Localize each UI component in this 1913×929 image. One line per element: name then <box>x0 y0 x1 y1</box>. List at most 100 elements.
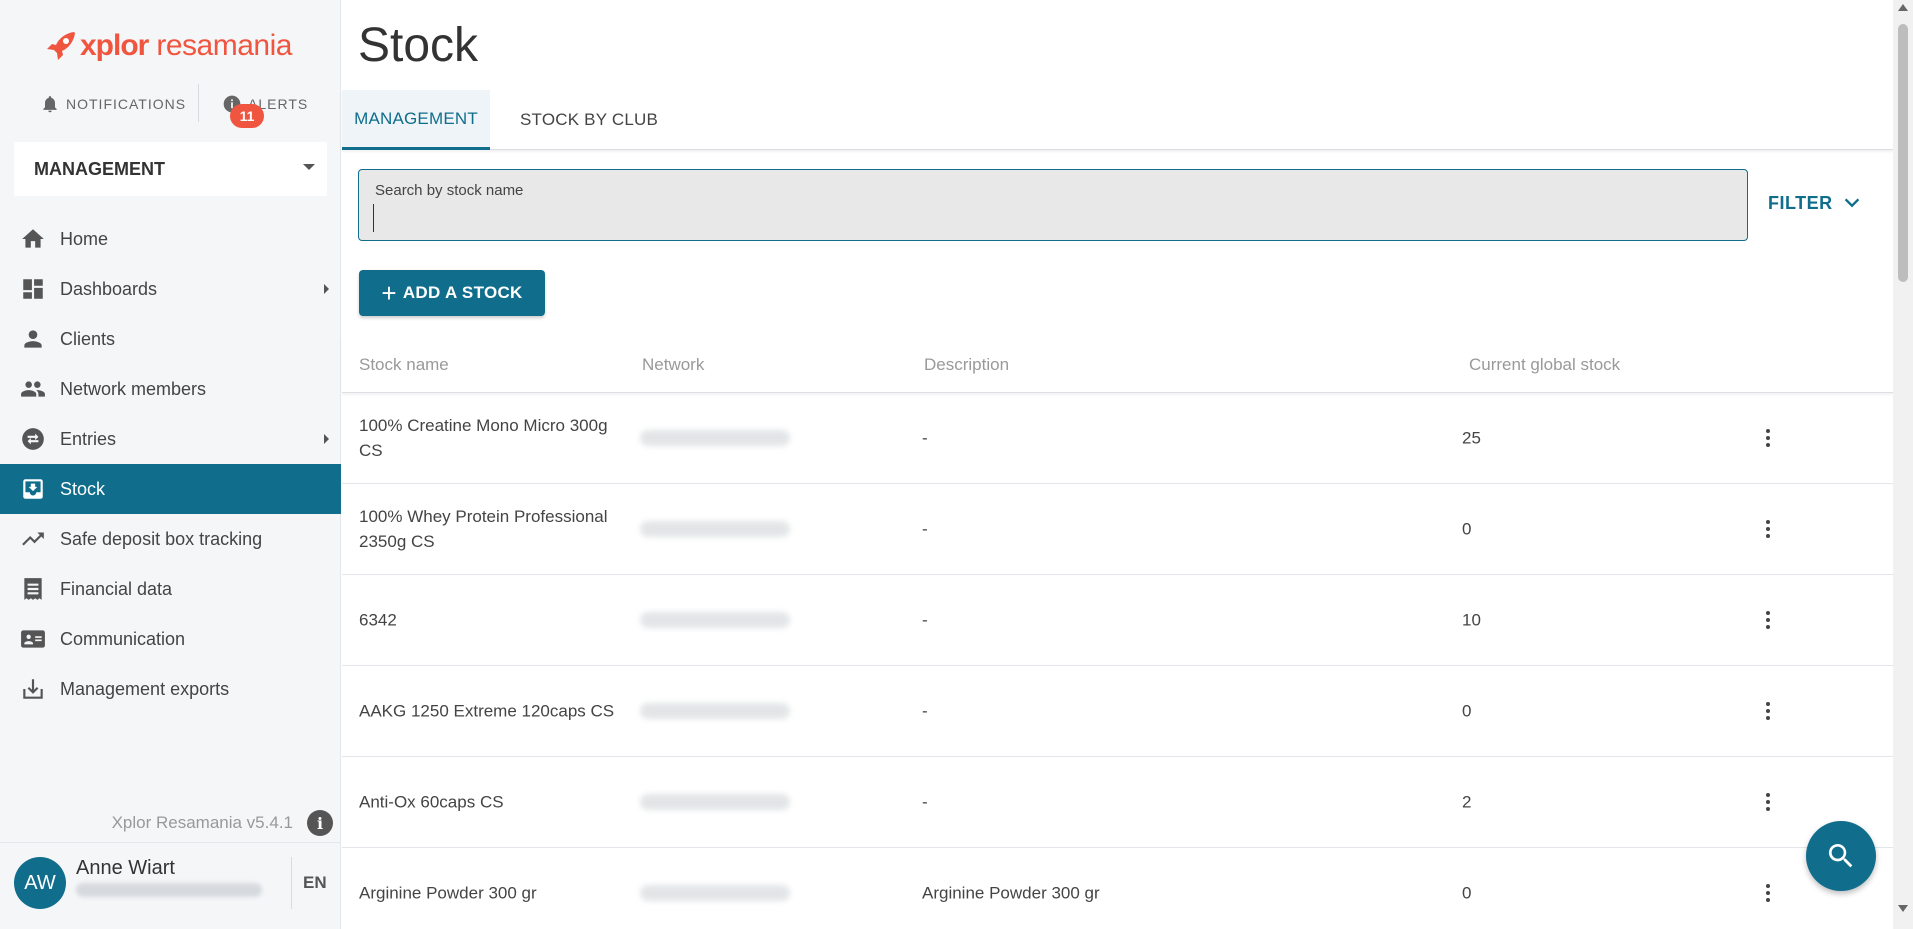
sidebar-item-label: Entries <box>60 428 117 449</box>
search-label: Search by stock name <box>375 182 524 199</box>
sidebar-top-buttons: NOTIFICATIONS ALERTS 11 <box>0 80 341 128</box>
user-name: Anne Wiart <box>76 857 175 879</box>
table-header: Stock name Network Description Current g… <box>342 337 1893 393</box>
home-icon <box>22 229 44 248</box>
dashboard-icon <box>23 279 43 299</box>
more-options-button[interactable] <box>1754 515 1782 543</box>
avatar[interactable]: AW <box>14 857 66 909</box>
sidebar-item-dashboards[interactable]: Dashboards <box>0 264 341 314</box>
scrollbar-thumb[interactable] <box>1898 24 1908 282</box>
divider <box>291 857 292 909</box>
sidebar-item-label: Home <box>60 228 109 249</box>
context-select-value: MANAGEMENT <box>34 158 165 179</box>
search-fab-button[interactable] <box>1806 821 1876 891</box>
sidebar-item-clients[interactable]: Clients <box>0 314 341 364</box>
bell-icon <box>43 96 57 113</box>
sidebar-item-label: Financial data <box>60 578 173 599</box>
stock-description: - <box>922 610 928 630</box>
stock-description: Arginine Powder 300 gr <box>922 883 1100 903</box>
tab-management[interactable]: MANAGEMENT <box>342 90 490 150</box>
stock-quantity: 0 <box>1462 519 1472 539</box>
notifications-button[interactable]: NOTIFICATIONS <box>40 86 186 122</box>
user-panel: AW Anne Wiart EN <box>0 842 341 929</box>
stock-name: Anti-Ox 60caps CS <box>359 792 504 812</box>
network-blurred <box>640 703 790 719</box>
sidebar-item-label: Stock <box>60 478 106 499</box>
stock-description: - <box>922 701 928 721</box>
brand-logo[interactable]: xplor resamania <box>44 26 292 66</box>
sidebar-item-label: Clients <box>60 328 116 349</box>
search-field[interactable]: Search by stock name <box>358 169 1748 241</box>
person-icon <box>24 330 42 348</box>
table-row[interactable]: 100% Creatine Mono Micro 300g CS - 25 <box>342 393 1893 484</box>
app-version: Xplor Resamania v5.4.1 i <box>0 808 341 838</box>
divider <box>198 84 199 122</box>
sidebar-item-management-exports[interactable]: Management exports <box>0 664 341 714</box>
more-vert-icon <box>1766 702 1770 720</box>
sidebar-item-label: Management exports <box>60 678 230 699</box>
language-switcher[interactable]: EN <box>303 873 327 893</box>
sidebar-item-stock[interactable]: Stock <box>0 464 341 514</box>
scroll-up-arrow-icon[interactable] <box>1898 4 1908 11</box>
tab-bar: MANAGEMENT STOCK BY CLUB <box>342 90 1893 150</box>
more-options-button[interactable] <box>1754 606 1782 634</box>
sidebar-item-communication[interactable]: Communication <box>0 614 341 664</box>
sidebar-item-label: Dashboards <box>60 278 158 299</box>
network-blurred <box>640 885 790 901</box>
sidebar-item-entries[interactable]: Entries <box>0 414 341 464</box>
page-scrollbar[interactable] <box>1893 0 1913 929</box>
context-select[interactable]: MANAGEMENT <box>14 142 327 196</box>
stock-description: - <box>922 428 928 448</box>
stock-quantity: 2 <box>1462 792 1472 812</box>
network-blurred <box>640 794 790 810</box>
main-content: Stock MANAGEMENT STOCK BY CLUB Search by… <box>342 0 1893 929</box>
stock-table: Stock name Network Description Current g… <box>342 337 1893 929</box>
more-vert-icon <box>1766 884 1770 902</box>
more-options-button[interactable] <box>1754 879 1782 907</box>
alerts-count-badge: 11 <box>230 104 264 128</box>
table-row[interactable]: 6342 - 10 <box>342 575 1893 666</box>
stock-name: 6342 <box>359 610 397 630</box>
contact-card-icon <box>21 630 45 648</box>
stock-description: - <box>922 519 928 539</box>
sidebar-item-network-members[interactable]: Network members <box>0 364 341 414</box>
search-input[interactable] <box>373 204 1723 232</box>
chevron-down-icon <box>1844 198 1859 208</box>
add-stock-label: ADD A STOCK <box>402 283 523 302</box>
more-options-button[interactable] <box>1754 788 1782 816</box>
user-club-blurred <box>76 883 262 897</box>
sidebar-item-safe-deposit-box-tracking[interactable]: Safe deposit box tracking <box>0 514 341 564</box>
people-icon <box>21 381 45 397</box>
sidebar-item-financial-data[interactable]: Financial data <box>0 564 341 614</box>
column-header-description[interactable]: Description <box>924 355 1009 375</box>
column-header-current-global-stock[interactable]: Current global stock <box>1469 355 1620 375</box>
more-options-button[interactable] <box>1754 424 1782 452</box>
more-vert-icon <box>1766 611 1770 629</box>
network-blurred <box>640 430 790 446</box>
table-row[interactable]: Arginine Powder 300 gr Arginine Powder 3… <box>342 848 1893 929</box>
search-icon <box>1828 844 1853 868</box>
table-row[interactable]: 100% Whey Protein Professional 2350g CS … <box>342 484 1893 575</box>
tab-stock-by-club[interactable]: STOCK BY CLUB <box>520 90 658 150</box>
scroll-down-arrow-icon[interactable] <box>1898 905 1908 912</box>
sidebar: xplor resamania NOTIFICATIONS ALERTS 11 … <box>0 0 341 929</box>
table-row[interactable]: AAKG 1250 Extreme 120caps CS - 0 <box>342 666 1893 757</box>
receipt-icon <box>24 578 42 600</box>
trending-up-icon <box>22 532 44 546</box>
filter-button[interactable]: FILTER <box>1768 192 1863 214</box>
download-icon <box>23 679 43 699</box>
more-options-button[interactable] <box>1754 697 1782 725</box>
plus-icon: + <box>381 278 397 308</box>
table-row[interactable]: Anti-Ox 60caps CS - 2 <box>342 757 1893 848</box>
page-title: Stock <box>358 19 479 72</box>
info-icon[interactable]: i <box>307 810 333 836</box>
stock-icon <box>23 479 43 499</box>
stock-description: - <box>922 792 928 812</box>
column-header-network[interactable]: Network <box>642 355 704 375</box>
more-vert-icon <box>1766 520 1770 538</box>
version-text: Xplor Resamania v5.4.1 <box>111 813 293 832</box>
sidebar-item-home[interactable]: Home <box>0 214 341 264</box>
add-stock-button[interactable]: + ADD A STOCK <box>359 270 545 316</box>
column-header-stock-name[interactable]: Stock name <box>359 355 449 375</box>
app-root: xplor resamania NOTIFICATIONS ALERTS 11 … <box>0 0 1913 929</box>
